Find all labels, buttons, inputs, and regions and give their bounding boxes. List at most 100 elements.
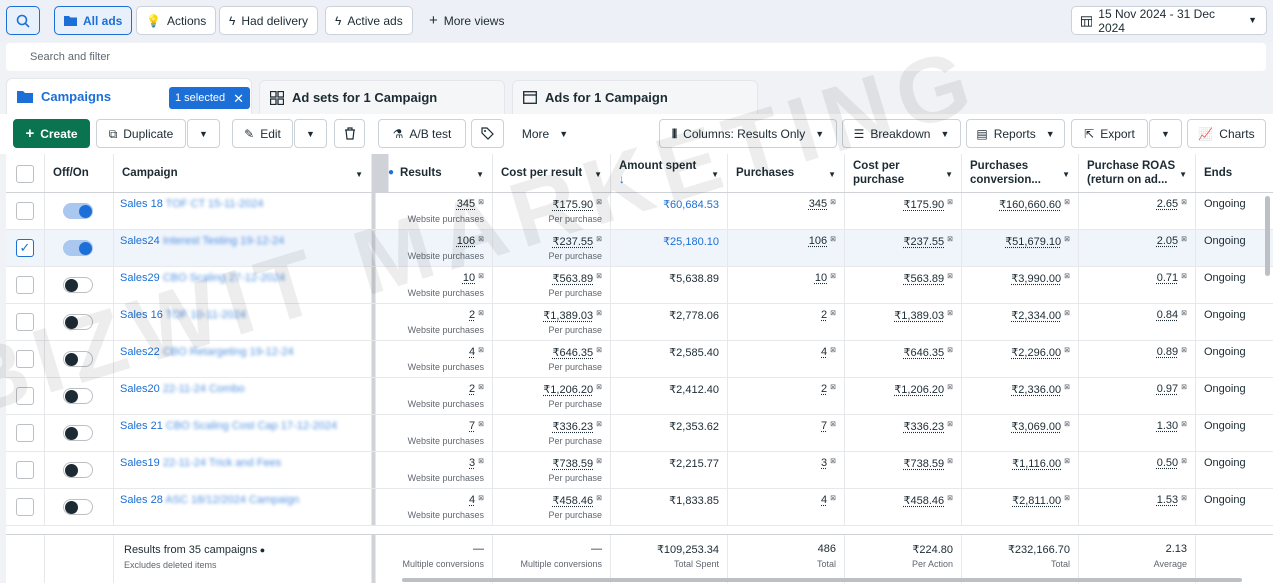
header-offon[interactable]: Off/On (45, 154, 114, 192)
campaign-toggle[interactable] (63, 388, 93, 404)
campaign-name-link[interactable]: Sales24 Interest Testing 19-12-24 (120, 235, 284, 247)
purchases[interactable]: 345 ⊠ (809, 198, 836, 210)
tab-ads[interactable]: Ads for 1 Campaign (512, 80, 758, 114)
roas[interactable]: 1.53 ⊠ (1157, 494, 1187, 506)
campaign-toggle[interactable] (63, 351, 93, 367)
conversion-value[interactable]: ₹2,334.00 ⊠ (1011, 309, 1070, 322)
conversion-value[interactable]: ₹160,660.60 ⊠ (999, 198, 1070, 211)
row-checkbox[interactable] (16, 387, 34, 405)
duplicate-button[interactable]: ⧉ Duplicate (96, 119, 186, 148)
table-row[interactable]: ✓ Sales24 Interest Testing 19-12-24 106 ⊠ We… (6, 230, 1273, 267)
delete-button[interactable] (334, 119, 365, 148)
amount-spent[interactable]: ₹2,353.62 (669, 420, 719, 433)
campaign-name-link[interactable]: Sales22 CBO Retargeting 19-12-24 (120, 346, 294, 358)
roas[interactable]: 2.05 ⊠ (1157, 235, 1187, 247)
conversion-value[interactable]: ₹2,811.00 ⊠ (1012, 494, 1070, 507)
table-row[interactable]: Sales19 22-11-24 Trick and Fees 3 ⊠ Website… (6, 452, 1273, 489)
horizontal-scrollbar[interactable] (402, 578, 1242, 582)
amount-spent[interactable]: ₹2,778.06 (669, 309, 719, 322)
results[interactable]: 2 ⊠ (469, 309, 484, 321)
results[interactable]: 4 ⊠ (469, 494, 484, 506)
results[interactable]: 2 ⊠ (469, 383, 484, 395)
results[interactable]: 7 ⊠ (469, 420, 484, 432)
campaign-name-link[interactable]: Sales29 CBO Scaling 27-12-2024 (120, 272, 285, 284)
amount-spent[interactable]: ₹2,215.77 (669, 457, 719, 470)
header-amount-spent[interactable]: Amount spent ↓ ▼ (611, 154, 728, 192)
purchases[interactable]: 4 ⊠ (821, 346, 836, 358)
purchases[interactable]: 4 ⊠ (821, 494, 836, 506)
conversion-value[interactable]: ₹3,990.00 ⊠ (1011, 272, 1070, 285)
campaign-toggle[interactable] (63, 240, 93, 256)
roas[interactable]: 0.50 ⊠ (1157, 457, 1187, 469)
campaign-toggle[interactable] (63, 203, 93, 219)
roas[interactable]: 0.84 ⊠ (1157, 309, 1187, 321)
roas[interactable]: 0.89 ⊠ (1157, 346, 1187, 358)
selected-badge[interactable]: 1 selected ✕ (169, 87, 251, 109)
amount-spent[interactable]: ₹2,585.40 (669, 346, 719, 359)
cost-per-result[interactable]: ₹738.59 ⊠ (552, 457, 602, 470)
table-row[interactable]: Sales29 CBO Scaling 27-12-2024 10 ⊠ Website… (6, 267, 1273, 304)
campaign-toggle[interactable] (63, 277, 93, 293)
conversion-value[interactable]: ₹2,296.00 ⊠ (1011, 346, 1070, 359)
more-views-button[interactable]: + More views (420, 6, 513, 35)
row-checkbox[interactable] (16, 424, 34, 442)
results[interactable]: 10 ⊠ (463, 272, 484, 284)
conversion-value[interactable]: ₹51,679.10 ⊠ (1005, 235, 1070, 248)
cost-per-result[interactable]: ₹563.89 ⊠ (552, 272, 602, 285)
roas[interactable]: 0.71 ⊠ (1157, 272, 1187, 284)
campaign-name-link[interactable]: Sales20 22-11-24 Combo (120, 383, 245, 395)
columns-button[interactable]: ⦀ Columns: Results Only ▼ (659, 119, 837, 148)
export-button[interactable]: ⇱ Export (1071, 119, 1148, 148)
search-input[interactable] (6, 43, 1266, 71)
amount-spent[interactable]: ₹1,833.85 (669, 494, 719, 507)
cost-per-purchase[interactable]: ₹646.35 ⊠ (903, 346, 953, 359)
table-row[interactable]: Sales 18 TOF CT 15-11-2024 345 ⊠ Website pu… (6, 193, 1273, 230)
tag-button[interactable] (471, 119, 504, 148)
date-range-picker[interactable]: 15 Nov 2024 - 31 Dec 2024 ▼ (1071, 6, 1267, 35)
charts-button[interactable]: 📈 Charts (1187, 119, 1266, 148)
view-had-delivery[interactable]: ϟ Had delivery (219, 6, 319, 35)
header-results[interactable]: ● Results ▼ (376, 154, 493, 192)
conversion-value[interactable]: ₹1,116.00 ⊠ (1012, 457, 1070, 470)
row-checkbox[interactable] (16, 461, 34, 479)
conversion-value[interactable]: ₹2,336.00 ⊠ (1011, 383, 1070, 396)
select-all-checkbox[interactable] (16, 165, 34, 183)
cost-per-result[interactable]: ₹336.23 ⊠ (552, 420, 602, 433)
row-checkbox[interactable] (16, 202, 34, 220)
cost-per-result[interactable]: ₹646.35 ⊠ (552, 346, 602, 359)
amount-spent[interactable]: ₹60,684.53 (663, 198, 719, 211)
campaign-toggle[interactable] (63, 425, 93, 441)
header-campaign[interactable]: Campaign ▼ (114, 154, 372, 192)
purchases[interactable]: 106 ⊠ (809, 235, 836, 247)
cost-per-result[interactable]: ₹175.90 ⊠ (552, 198, 602, 211)
info-icon[interactable]: ● (257, 545, 265, 555)
campaign-toggle[interactable] (63, 314, 93, 330)
cost-per-purchase[interactable]: ₹738.59 ⊠ (903, 457, 953, 470)
edit-dropdown[interactable]: ▼ (294, 119, 327, 148)
campaign-name-link[interactable]: Sales 16 TOF 10-11-2024 (120, 309, 246, 321)
header-cost-per-result[interactable]: Cost per result ▼ (493, 154, 611, 192)
campaign-toggle[interactable] (63, 499, 93, 515)
ab-test-button[interactable]: ⚗ A/B test (378, 119, 466, 148)
cost-per-purchase[interactable]: ₹336.23 ⊠ (903, 420, 953, 433)
header-purchase-roas[interactable]: Purchase ROAS (return on ad... ▼ (1079, 154, 1196, 192)
edit-button[interactable]: ✎ Edit (232, 119, 293, 148)
campaign-name-link[interactable]: Sales 28 ASC 18/12/2024 Campaign (120, 494, 299, 506)
conversion-value[interactable]: ₹3,069.00 ⊠ (1011, 420, 1070, 433)
header-purchases-conversion[interactable]: Purchases conversion... ▼ (962, 154, 1079, 192)
campaign-name-link[interactable]: Sales19 22-11-24 Trick and Fees (120, 457, 281, 469)
header-ends[interactable]: Ends (1196, 154, 1273, 192)
purchases[interactable]: 2 ⊠ (821, 383, 836, 395)
purchases[interactable]: 7 ⊠ (821, 420, 836, 432)
roas[interactable]: 0.97 ⊠ (1157, 383, 1187, 395)
cost-per-purchase[interactable]: ₹563.89 ⊠ (903, 272, 953, 285)
export-dropdown[interactable]: ▼ (1149, 119, 1182, 148)
cost-per-purchase[interactable]: ₹1,206.20 ⊠ (894, 383, 953, 396)
roas[interactable]: 2.65 ⊠ (1157, 198, 1187, 210)
cost-per-result[interactable]: ₹237.55 ⊠ (552, 235, 602, 248)
cost-per-result[interactable]: ₹1,389.03 ⊠ (543, 309, 602, 322)
header-purchases[interactable]: Purchases ▼ (728, 154, 845, 192)
search-button[interactable] (6, 6, 40, 35)
roas[interactable]: 1.30 ⊠ (1157, 420, 1187, 432)
amount-spent[interactable]: ₹25,180.10 (663, 235, 719, 248)
